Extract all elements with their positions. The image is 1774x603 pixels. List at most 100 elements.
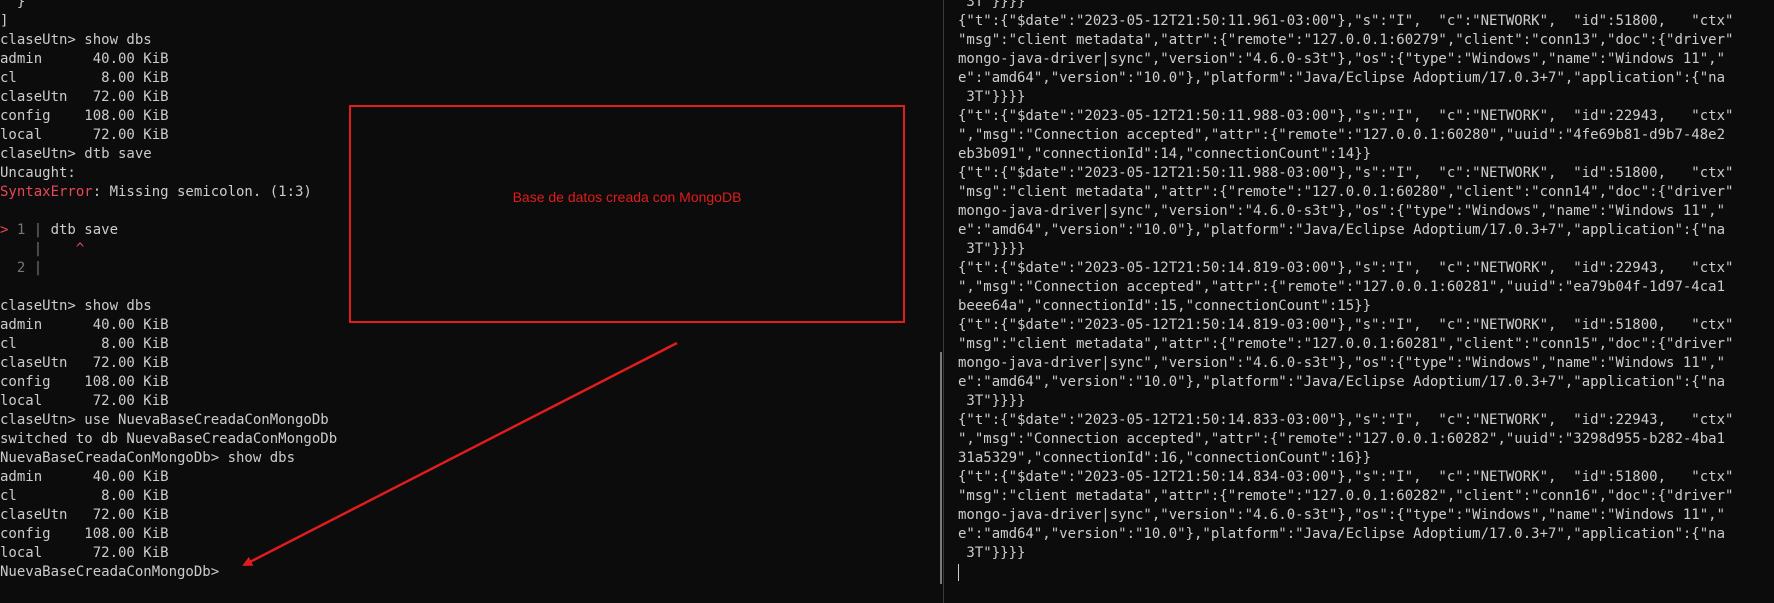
log-line (958, 563, 1733, 582)
terminal-text: config 108.00 KiB (0, 526, 169, 542)
terminal-text: claseUtn> show dbs (0, 32, 152, 48)
terminal-text: cl 8.00 KiB (0, 336, 169, 352)
log-line: 3T"}}}} (958, 393, 1026, 409)
terminal-text: claseUtn 72.00 KiB (0, 507, 169, 523)
terminal-line: claseUtn> dtb save (0, 145, 337, 164)
log-line: mongo-java-driver|sync","version":"4.6.0… (958, 203, 1726, 219)
terminal-text: admin 40.00 KiB (0, 317, 169, 333)
terminal-text: Uncaught: (0, 165, 76, 181)
terminal-line: > 1 | dtb save (0, 221, 337, 240)
terminal-line: claseUtn 72.00 KiB (0, 88, 337, 107)
terminal-line: local 72.00 KiB (0, 544, 337, 563)
log-line: ","msg":"Connection accepted","attr":{"r… (958, 279, 1726, 295)
terminal-line: cl 8.00 KiB (0, 487, 337, 506)
terminal-line: 2 | (0, 259, 337, 278)
log-line: ","msg":"Connection accepted","attr":{"r… (958, 127, 1726, 143)
log-line: "msg":"client metadata","attr":{"remote"… (958, 336, 1734, 352)
log-line: "msg":"client metadata","attr":{"remote"… (958, 32, 1734, 48)
terminal-line: claseUtn> use NuevaBaseCreadaConMongoDb (0, 411, 337, 430)
log-line: 3T"}}}} (958, 241, 1026, 257)
log-line: ","msg":"Connection accepted","attr":{"r… (958, 431, 1726, 447)
terminal-line: config 108.00 KiB (0, 525, 337, 544)
terminal-line: admin 40.00 KiB (0, 316, 337, 335)
terminal-text: ^ (50, 241, 85, 257)
terminal-text: local 72.00 KiB (0, 393, 169, 409)
terminal-line: switched to db NuevaBaseCreadaConMongoDb (0, 430, 337, 449)
mongosh-output: }] claseUtn> show dbs admin 40.00 KiB cl 8.… (0, 0, 337, 582)
terminal-text: local 72.00 KiB (0, 545, 169, 561)
terminal-line: claseUtn 72.00 KiB (0, 354, 337, 373)
log-line: e":"amd64","version":"10.0"},"platform":… (958, 526, 1726, 542)
terminal-line: claseUtn> show dbs (0, 297, 337, 316)
terminal-line: local 72.00 KiB (0, 392, 337, 411)
log-line: e":"amd64","version":"10.0"},"platform":… (958, 222, 1726, 238)
pane-divider[interactable] (943, 0, 948, 603)
terminal-line: admin 40.00 KiB (0, 468, 337, 487)
log-line: {"t":{"$date":"2023-05-12T21:50:14.819-0… (958, 260, 1734, 276)
terminal-text: ] (0, 13, 9, 29)
terminal-line: ] (0, 12, 337, 31)
terminal-line: NuevaBaseCreadaConMongoDb> (0, 563, 337, 582)
terminal-line: config 108.00 KiB (0, 373, 337, 392)
terminal-text: dtb save (50, 222, 119, 238)
terminal-text: claseUtn 72.00 KiB (0, 89, 169, 105)
log-line: "msg":"client metadata","attr":{"remote"… (958, 184, 1734, 200)
log-line: 3T"}}}} (958, 545, 1026, 561)
log-line: mongo-java-driver|sync","version":"4.6.0… (958, 507, 1726, 523)
terminal-text: claseUtn 72.00 KiB (0, 355, 169, 371)
annotation-label: Base de datos creada con MongoDB (512, 189, 742, 205)
terminal-text: config 108.00 KiB (0, 374, 169, 390)
terminal-text: > (0, 222, 17, 238)
log-line: beee64a","connectionId":15,"connectionCo… (958, 298, 1372, 314)
log-line: 31a5329","connectionId":16,"connectionCo… (958, 450, 1372, 466)
terminal-line: claseUtn 72.00 KiB (0, 506, 337, 525)
terminal-text: switched to db NuevaBaseCreadaConMongoDb (0, 431, 338, 447)
scrollbar[interactable] (940, 352, 942, 584)
log-line: "msg":"client metadata","attr":{"remote"… (958, 488, 1734, 504)
log-line: mongo-java-driver|sync","version":"4.6.0… (958, 51, 1726, 67)
terminal-text: | (0, 241, 51, 257)
text-cursor (958, 563, 959, 581)
terminal-text: cl 8.00 KiB (0, 70, 169, 86)
terminal-line: cl 8.00 KiB (0, 69, 337, 88)
terminal-text: } (0, 0, 26, 10)
terminal-text: NuevaBaseCreadaConMongoDb> (0, 564, 220, 580)
annotation-box: Base de datos creada con MongoDB (349, 105, 905, 323)
log-line: e":"amd64","version":"10.0"},"platform":… (958, 70, 1726, 86)
log-line: 3T"}}}} (958, 0, 1026, 10)
terminal-line: config 108.00 KiB (0, 107, 337, 126)
terminal-text: NuevaBaseCreadaConMongoDb> show dbs (0, 450, 296, 466)
terminal-line: Uncaught: (0, 164, 337, 183)
log-line: {"t":{"$date":"2023-05-12T21:50:14.819-0… (958, 317, 1734, 333)
terminal-text: cl 8.00 KiB (0, 488, 169, 504)
terminal-text: claseUtn> use NuevaBaseCreadaConMongoDb (0, 412, 329, 428)
terminal-line: SyntaxError: Missing semicolon. (1:3) (0, 183, 337, 202)
log-line: {"t":{"$date":"2023-05-12T21:50:11.988-0… (958, 165, 1734, 181)
terminal-line: admin 40.00 KiB (0, 50, 337, 69)
log-line: {"t":{"$date":"2023-05-12T21:50:14.834-0… (958, 469, 1734, 485)
log-line: e":"amd64","version":"10.0"},"platform":… (958, 374, 1726, 390)
terminal-text: admin 40.00 KiB (0, 51, 169, 67)
log-line: {"t":{"$date":"2023-05-12T21:50:11.988-0… (958, 108, 1734, 124)
terminal-line: cl 8.00 KiB (0, 335, 337, 354)
log-line: {"t":{"$date":"2023-05-12T21:50:14.833-0… (958, 412, 1734, 428)
terminal-line: } (0, 0, 337, 12)
log-line: mongo-java-driver|sync","version":"4.6.0… (958, 355, 1726, 371)
mongod-log-output: 3T"}}}} {"t":{"$date":"2023-05-12T21:50:1… (958, 0, 1733, 582)
terminal-text: 2 | (0, 260, 51, 276)
terminal-line: claseUtn> show dbs (0, 31, 337, 50)
terminal-text: admin 40.00 KiB (0, 469, 169, 485)
terminal-text: local 72.00 KiB (0, 127, 169, 143)
right-terminal-pane[interactable]: 3T"}}}} {"t":{"$date":"2023-05-12T21:50:1… (950, 0, 1774, 603)
terminal-line: local 72.00 KiB (0, 126, 337, 145)
log-line: 3T"}}}} (958, 89, 1026, 105)
terminal-text: claseUtn> dtb save (0, 146, 152, 162)
log-line: eb3b091","connectionId":14,"connectionCo… (958, 146, 1372, 162)
terminal-line: NuevaBaseCreadaConMongoDb> show dbs (0, 449, 337, 468)
log-line: {"t":{"$date":"2023-05-12T21:50:11.961-0… (958, 13, 1734, 29)
terminal-text: : Missing semicolon. (1:3) (92, 184, 312, 200)
terminal-text: config 108.00 KiB (0, 108, 169, 124)
terminal-text: claseUtn> show dbs (0, 298, 152, 314)
